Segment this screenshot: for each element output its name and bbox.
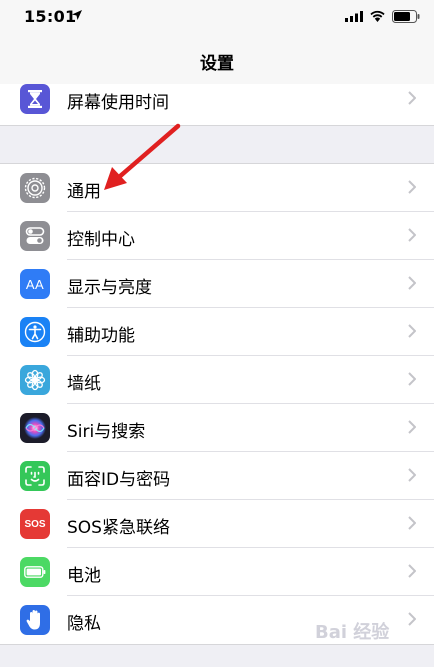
- settings-row-general[interactable]: 通用: [0, 164, 434, 212]
- settings-row-label: 面容ID与密码: [67, 470, 171, 490]
- settings-row-label: 墙纸: [67, 374, 101, 394]
- accessibility-icon: [20, 317, 50, 347]
- chevron-right-icon: [408, 612, 416, 626]
- settings-row-label: 隐私: [67, 614, 101, 634]
- hourglass-icon: [20, 84, 50, 114]
- text-size-icon: AA: [20, 269, 50, 299]
- settings-row-label: 电池: [67, 566, 101, 586]
- settings-row-label: 控制中心: [67, 230, 135, 250]
- location-arrow-icon: [72, 10, 82, 20]
- flower-icon: [20, 365, 50, 395]
- settings-row-screen-time[interactable]: 屏幕使用时间: [0, 78, 434, 119]
- settings-row-display-brightness[interactable]: AA 显示与亮度: [0, 260, 434, 308]
- gear-icon: [20, 173, 50, 203]
- text-size-glyph: AA: [25, 276, 45, 292]
- settings-row-emergency-sos[interactable]: SOS SOS紧急联络: [0, 500, 434, 548]
- settings-row-battery[interactable]: 电池: [0, 548, 434, 596]
- settings-row-label: 辅助功能: [67, 326, 135, 346]
- settings-row-wallpaper[interactable]: 墙纸: [0, 356, 434, 404]
- page-title: 设置: [200, 54, 234, 74]
- sos-glyph: SOS: [24, 518, 46, 530]
- status-time: 15:01: [24, 7, 77, 26]
- settings-row-label: 通用: [67, 182, 101, 202]
- battery-status-icon: [392, 10, 420, 23]
- signal-icon: [345, 11, 363, 22]
- face-id-icon: [20, 461, 50, 491]
- settings-row-label: Siri与搜索: [67, 422, 146, 442]
- wifi-icon: [370, 10, 385, 22]
- chevron-right-icon: [408, 468, 416, 482]
- hand-icon: [20, 605, 50, 635]
- chevron-right-icon: [408, 420, 416, 434]
- chevron-right-icon: [408, 228, 416, 242]
- chevron-right-icon: [408, 564, 416, 578]
- chevron-right-icon: [408, 276, 416, 290]
- settings-row-control-center[interactable]: 控制中心: [0, 212, 434, 260]
- settings-list: 通用 控制中心 AA 显示与亮度 辅助功能 墙纸 Siri与搜索 面容ID与密码…: [0, 163, 434, 645]
- toggles-icon: [20, 221, 50, 251]
- chevron-right-icon: [408, 324, 416, 338]
- chevron-right-icon: [408, 516, 416, 530]
- sos-icon: SOS: [20, 509, 50, 539]
- chevron-right-icon: [408, 180, 416, 194]
- settings-row-label: SOS紧急联络: [67, 518, 170, 538]
- status-bar: 15:01: [0, 0, 434, 34]
- settings-row-siri-search[interactable]: Siri与搜索: [0, 404, 434, 452]
- battery-icon: [20, 557, 50, 587]
- chevron-right-icon: [408, 91, 416, 105]
- settings-row-label: 显示与亮度: [67, 278, 152, 298]
- settings-row-face-id-passcode[interactable]: 面容ID与密码: [0, 452, 434, 500]
- settings-row-label: 屏幕使用时间: [67, 93, 169, 113]
- settings-row-accessibility[interactable]: 辅助功能: [0, 308, 434, 356]
- watermark: Bai 经验: [315, 622, 390, 643]
- siri-icon: [20, 413, 50, 443]
- screen-time-group: 屏幕使用时间: [0, 84, 434, 126]
- chevron-right-icon: [408, 372, 416, 386]
